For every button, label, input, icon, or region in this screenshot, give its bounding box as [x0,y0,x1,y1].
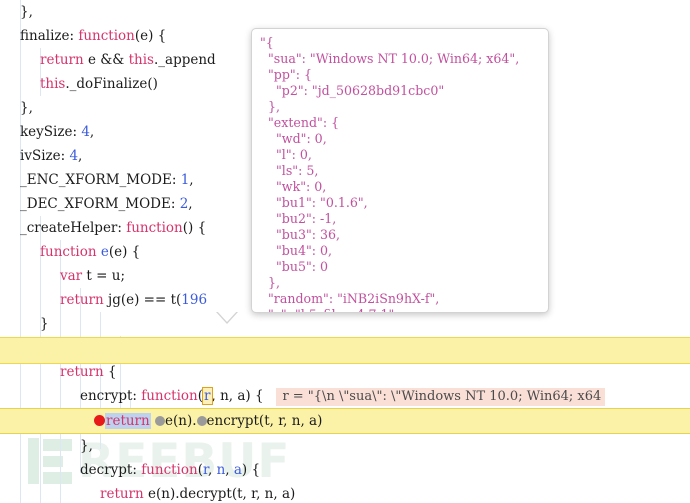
code-token: ) { [241,462,261,478]
code-token: _DEC_XFORM_MODE: [20,196,180,212]
code-token: _createHelper: [20,220,127,236]
code-token: e [100,244,109,260]
code-token: }, [20,100,33,116]
step-into-target-dot-icon[interactable] [155,416,166,426]
code-token: (e) { [108,244,141,260]
encrypt-declaration-line[interactable]: encrypt: function(r, n, a) { r = "{\n \"… [0,384,690,408]
selected-return-keyword[interactable]: return [105,413,151,429]
code-token: return [60,364,104,380]
current-execution-line-highlight [0,337,690,364]
tooltip-arrow-fill [216,310,238,322]
code-token: return [60,292,104,308]
code-token: finalize: [20,28,79,44]
code-token: function [141,462,198,478]
hovered-variable-r[interactable]: r [201,387,213,405]
property-name: encrypt: [80,388,142,404]
call-expression-part: e(n). [165,413,197,429]
tooltip-json-text: "{ "sua": "Windows NT 10.0; Win64; x64",… [260,35,520,312]
code-token: jg(e) == t( [103,292,182,308]
code-line[interactable]: }, [0,434,690,458]
code-token: 196 [181,292,208,308]
function-keyword: function [141,388,198,404]
current-execution-line[interactable]: return e(n). encrypt(t, r, n, a) [0,408,690,434]
code-token: var [60,268,83,284]
code-token: ._doFinalize() [65,76,158,92]
code-token: }, [80,438,93,454]
code-token: e && [83,52,129,68]
code-token: function [78,28,135,44]
code-token: } [40,316,49,332]
code-token: decrypt: [80,462,142,478]
code-token: }, [20,4,33,20]
code-token: 4 [81,124,90,140]
code-token: , [89,124,95,140]
code-token: this [40,76,66,92]
call-arguments: encrypt(t, r, n, a) [206,413,323,429]
code-token: function [126,220,183,236]
code-token: n [216,462,226,478]
step-into-target-dot-icon-2[interactable] [196,416,207,426]
code-token: , [188,196,193,212]
code-token: , [189,172,194,188]
code-token: keySize: [20,124,82,140]
code-token: t = u; [82,268,125,284]
code-token: a [233,462,242,478]
code-token: { [103,364,117,380]
code-token: return [100,486,144,502]
remaining-params: , n, a) { [211,388,264,404]
code-token: ._append [154,52,216,68]
code-token: ivSize: [20,148,70,164]
code-line[interactable]: decrypt: function(r, n, a) { [0,458,690,482]
code-token: this [128,52,154,68]
code-token: e(n).decrypt(t, r, n, a) [143,486,296,502]
variable-value-tooltip: "{ "sua": "Windows NT 10.0; Win64; x64",… [251,28,549,313]
code-token: , [207,462,217,478]
code-token: function [40,244,97,260]
code-token: (e) { [134,28,167,44]
code-token: , [78,148,83,164]
code-line[interactable]: }, [0,0,690,24]
code-token: , [225,462,234,478]
code-line[interactable]: return e(n).decrypt(t, r, n, a) [0,482,690,503]
code-line[interactable]: } [0,312,690,336]
breakpoint-dot-icon[interactable] [94,415,105,426]
code-token: return [40,52,84,68]
code-token: () { [182,220,207,236]
code-token: 4 [69,148,79,164]
inline-value-hint: r = "{\n \"sua\": \"Windows NT 10.0; Win… [276,388,606,406]
code-editor-screenshot: REEBUF }, finalize: function(e) {return e… [0,0,690,503]
code-token: _ENC_XFORM_MODE: [20,172,181,188]
code-token: 1 [180,172,190,188]
code-token: 2 [179,196,189,212]
